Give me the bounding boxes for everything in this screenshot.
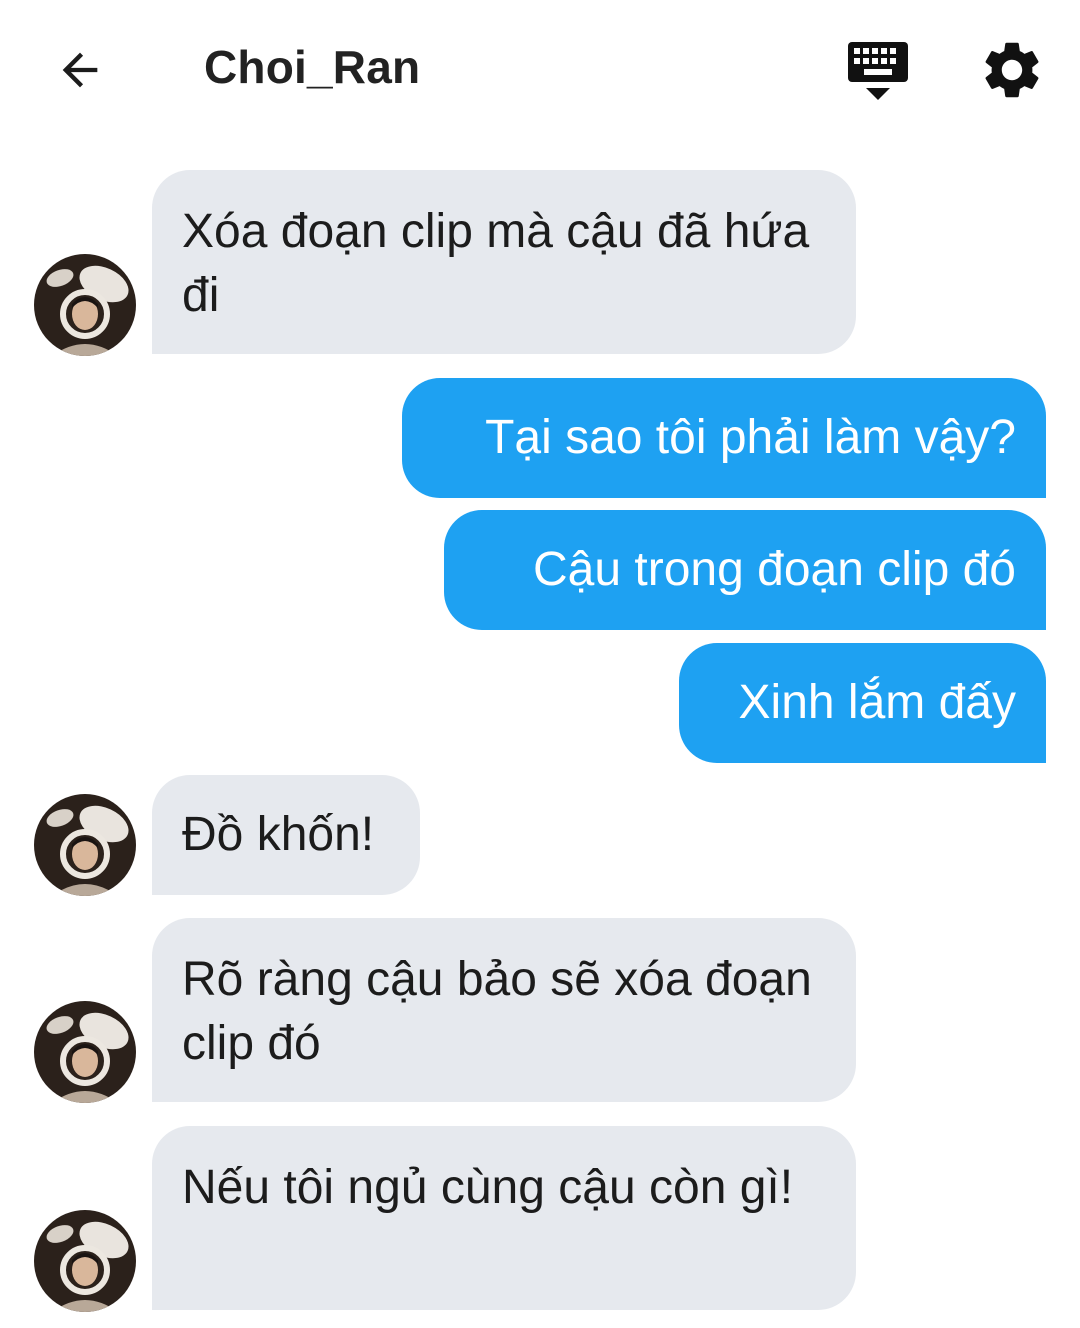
message-text: Nếu tôi ngủ cùng cậu còn gì! <box>182 1161 794 1214</box>
chat-title: Choi_Ran <box>204 41 421 93</box>
message-bubble-incoming[interactable]: Nếu tôi ngủ cùng cậu còn gì! <box>152 1126 856 1310</box>
message-text: Cậu trong đoạn clip đó <box>533 543 1016 596</box>
avatar[interactable] <box>34 1210 136 1312</box>
settings-button[interactable] <box>978 36 1046 104</box>
message-text: Rõ ràng cậu bảo sẽ xóa đoạn clip đó <box>182 953 812 1070</box>
avatar[interactable] <box>34 794 136 896</box>
message-text: Xinh lắm đấy <box>738 676 1016 729</box>
keyboard-hide-icon <box>848 42 908 100</box>
avatar[interactable] <box>34 1001 136 1103</box>
message-bubble-outgoing[interactable]: Cậu trong đoạn clip đó <box>444 510 1046 630</box>
arrow-left-icon <box>62 52 98 88</box>
message-bubble-incoming[interactable]: Đồ khốn! <box>152 775 420 895</box>
message-text: Xóa đoạn clip mà cậu đã hứa đi <box>182 205 810 322</box>
profile-photo-icon <box>34 1210 136 1312</box>
message-text: Tại sao tôi phải làm vậy? <box>485 411 1016 464</box>
chat-header: Choi_Ran <box>0 0 1080 136</box>
keyboard-toggle-button[interactable] <box>842 36 914 106</box>
avatar[interactable] <box>34 254 136 356</box>
profile-photo-icon <box>34 1001 136 1103</box>
message-text: Đồ khốn! <box>182 808 375 861</box>
back-button[interactable] <box>48 38 112 102</box>
message-bubble-incoming[interactable]: Rõ ràng cậu bảo sẽ xóa đoạn clip đó <box>152 918 856 1102</box>
message-bubble-outgoing[interactable]: Tại sao tôi phải làm vậy? <box>402 378 1046 498</box>
gear-icon <box>985 42 1039 98</box>
profile-photo-icon <box>34 794 136 896</box>
message-bubble-outgoing[interactable]: Xinh lắm đấy <box>679 643 1046 763</box>
message-bubble-incoming[interactable]: Xóa đoạn clip mà cậu đã hứa đi <box>152 170 856 354</box>
profile-photo-icon <box>34 254 136 356</box>
